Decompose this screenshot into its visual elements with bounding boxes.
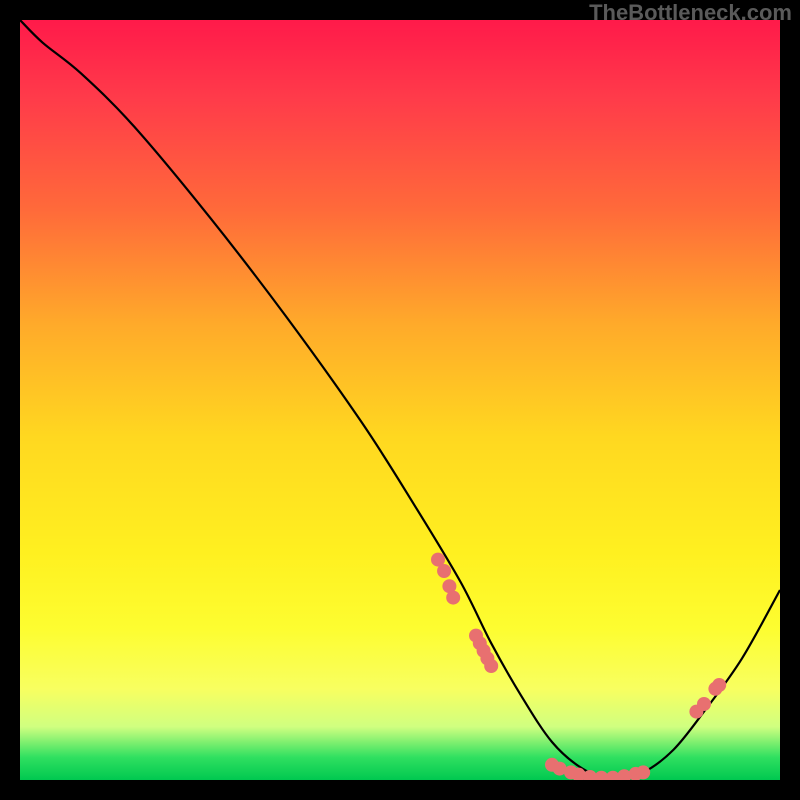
data-point	[437, 564, 451, 578]
data-point	[484, 659, 498, 673]
data-point	[712, 678, 726, 692]
data-point	[636, 765, 650, 779]
data-points-group	[431, 553, 726, 780]
curve-line	[20, 20, 780, 780]
data-point	[697, 697, 711, 711]
chart-svg	[20, 20, 780, 780]
watermark-text: TheBottleneck.com	[589, 0, 792, 26]
data-point	[446, 591, 460, 605]
chart-plot-area	[20, 20, 780, 780]
